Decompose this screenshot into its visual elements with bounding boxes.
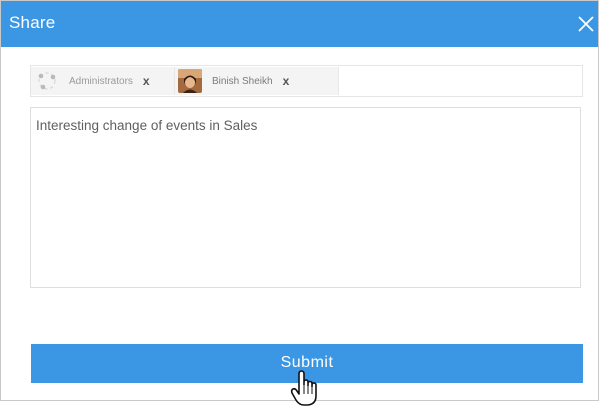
share-dialog: Share Administrators x Binish Sheikh x I…	[0, 0, 599, 401]
remove-recipient-button[interactable]: x	[143, 74, 150, 88]
recipient-chip-binish-sheikh: Binish Sheikh x	[175, 67, 339, 95]
dialog-titlebar: Share	[1, 1, 598, 47]
recipients-field[interactable]: Administrators x Binish Sheikh x	[30, 65, 583, 97]
recipient-chip-administrators: Administrators x	[31, 67, 175, 95]
chip-label: Administrators	[69, 75, 133, 87]
remove-recipient-button[interactable]: x	[283, 74, 290, 88]
group-icon	[35, 69, 59, 93]
message-value: Interesting change of events in Sales	[36, 118, 258, 133]
message-textarea[interactable]: Interesting change of events in Sales	[30, 107, 581, 288]
avatar	[178, 69, 202, 93]
hand-pointer-icon	[290, 370, 320, 408]
chip-label: Binish Sheikh	[212, 75, 273, 87]
close-icon[interactable]	[574, 12, 598, 36]
dialog-title: Share	[9, 13, 56, 32]
